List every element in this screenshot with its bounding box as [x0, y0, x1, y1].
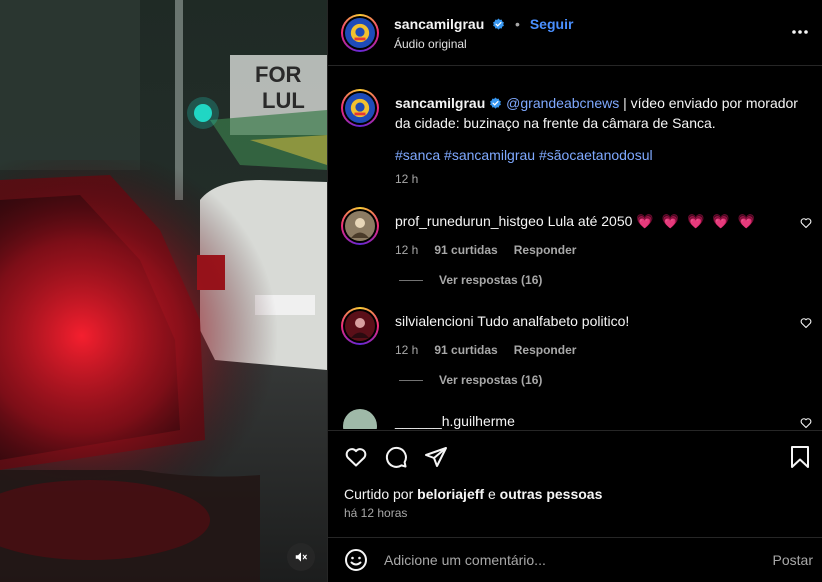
brand-logo-icon: [350, 23, 370, 43]
comment-item: ______h.guilherme: [328, 405, 822, 429]
author-avatar[interactable]: [341, 14, 379, 52]
view-replies-label: Ver respostas (16): [439, 273, 543, 287]
more-options-icon: [792, 30, 808, 34]
comment-like-button[interactable]: [800, 316, 812, 332]
emoji-button[interactable]: [344, 548, 368, 575]
comment-text: silvialencioni Tudo analfabeto politico!: [395, 311, 785, 331]
person-avatar-icon: [351, 318, 369, 338]
audio-label[interactable]: Áudio original: [394, 37, 467, 51]
person-avatar-icon: [351, 218, 369, 238]
mute-button[interactable]: [287, 543, 315, 571]
follow-button[interactable]: Seguir: [530, 16, 574, 32]
comment-like-button[interactable]: [800, 216, 812, 232]
view-replies-button[interactable]: Ver respostas (16): [399, 373, 542, 387]
comment-username[interactable]: prof_runedurun_histgeo: [395, 213, 544, 229]
like-button[interactable]: [344, 445, 368, 472]
more-options-button[interactable]: [791, 22, 809, 38]
add-comment-bar: Postar: [328, 537, 822, 582]
caption-username[interactable]: sancamilgrau: [395, 95, 485, 111]
comment-body: Lula até 2050: [547, 213, 633, 229]
comment-username[interactable]: silvialencioni: [395, 313, 474, 329]
brand-logo-icon: [350, 98, 370, 118]
video-frame: FOR LUL: [0, 0, 327, 582]
caption-hashtags[interactable]: #sanca #sancamilgrau #sãocaetanodosul: [395, 147, 653, 163]
caption-avatar[interactable]: [341, 89, 379, 127]
heart-outline-icon: [800, 218, 812, 229]
view-replies-button[interactable]: Ver respostas (16): [399, 273, 542, 287]
likes-joiner: e: [487, 486, 496, 502]
header-title-row: sancamilgrau • Seguir: [394, 16, 573, 32]
comment-item: silvialencioni Tudo analfabeto politico!…: [328, 305, 822, 405]
speaker-muted-icon: [295, 552, 307, 562]
liked-by-others[interactable]: outras pessoas: [500, 486, 603, 502]
save-button[interactable]: [789, 445, 811, 472]
comment-time: 12 h: [395, 343, 419, 357]
emoji-smile-icon: [345, 549, 367, 571]
author-username[interactable]: sancamilgrau: [394, 16, 484, 32]
comment-likes[interactable]: 91 curtidas: [434, 243, 497, 257]
comment-avatar[interactable]: [341, 207, 379, 245]
post-dialog: FOR LUL sancamilgrau • Seguir Áudio orig…: [0, 0, 822, 582]
likes-summary: Curtido por beloriajeff e outras pessoas: [344, 486, 602, 502]
verified-badge-icon: [490, 97, 502, 109]
view-replies-label: Ver respostas (16): [439, 373, 543, 387]
comment-username[interactable]: ______h.guilherme: [395, 413, 515, 429]
comments-list[interactable]: sancamilgrau @grandeabcnews | vídeo envi…: [328, 67, 822, 429]
svg-text:FOR: FOR: [255, 62, 302, 87]
comment-avatar[interactable]: [343, 409, 377, 429]
comment-likes[interactable]: 91 curtidas: [434, 343, 497, 357]
comment-input[interactable]: [384, 548, 754, 572]
comment-item: prof_runedurun_histgeo Lula até 2050 💗 💗…: [328, 205, 822, 305]
caption-text: sancamilgrau @grandeabcnews | vídeo envi…: [395, 93, 805, 133]
post-panel: sancamilgrau • Seguir Áudio original san…: [327, 0, 822, 582]
comment-text: prof_runedurun_histgeo Lula até 2050 💗 💗…: [395, 211, 785, 231]
comment-avatar[interactable]: [341, 307, 379, 345]
comment-meta: 12 h 91 curtidas Responder: [395, 343, 576, 357]
heart-outline-icon: [800, 418, 812, 429]
comment-button[interactable]: [384, 445, 408, 472]
reply-button[interactable]: Responder: [514, 243, 577, 257]
bookmark-icon: [791, 446, 809, 468]
video-player[interactable]: FOR LUL: [0, 0, 327, 582]
post-header: sancamilgrau • Seguir Áudio original: [328, 0, 822, 66]
replies-divider: [399, 379, 423, 381]
liked-by-user[interactable]: beloriajeff: [417, 486, 484, 502]
caption-time: 12 h: [395, 172, 419, 186]
svg-text:LUL: LUL: [262, 88, 305, 113]
caption-mention[interactable]: @grandeabcnews: [506, 95, 619, 111]
reply-button[interactable]: Responder: [514, 343, 577, 357]
post-actions: Curtido por beloriajeff e outras pessoas…: [328, 430, 822, 530]
comment-meta: 12 h 91 curtidas Responder: [395, 243, 576, 257]
heart-outline-icon: [345, 448, 367, 467]
comment-emoji: 💗 💗 💗 💗 💗: [636, 213, 758, 229]
comment-bubble-icon: [385, 446, 407, 468]
separator-dot: •: [515, 16, 520, 32]
comment-text: ______h.guilherme: [395, 411, 785, 429]
share-button[interactable]: [424, 445, 448, 472]
likes-prefix: Curtido por: [344, 486, 414, 502]
post-timestamp: há 12 horas: [344, 506, 408, 520]
comment-like-button[interactable]: [800, 416, 812, 429]
post-comment-button[interactable]: Postar: [773, 552, 813, 568]
comment-body: Tudo analfabeto politico!: [477, 313, 630, 329]
comment-time: 12 h: [395, 243, 419, 257]
verified-badge-icon: [493, 18, 505, 30]
heart-outline-icon: [800, 318, 812, 329]
replies-divider: [399, 279, 423, 281]
paper-plane-icon: [425, 447, 447, 467]
